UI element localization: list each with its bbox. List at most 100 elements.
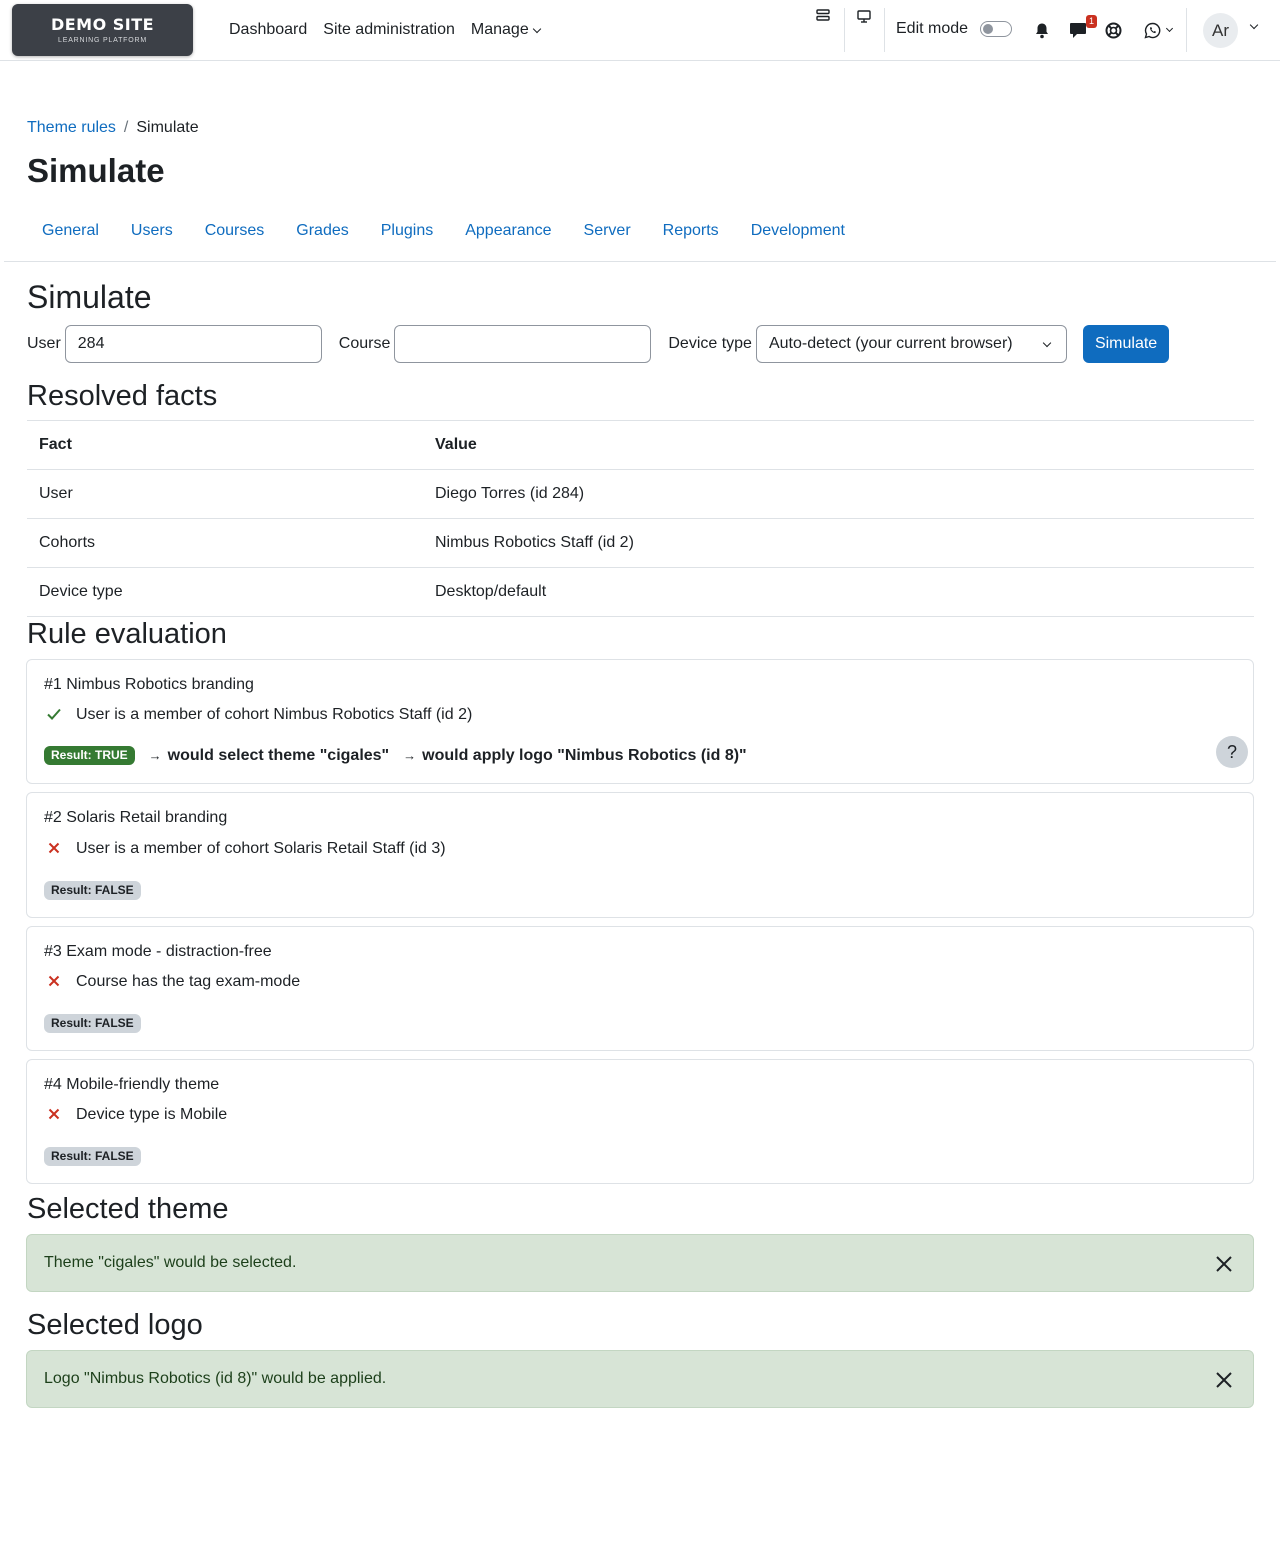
cross-icon <box>44 1105 64 1125</box>
user-label: User <box>27 335 61 352</box>
rule-title: #2 Solaris Retail branding <box>44 809 228 826</box>
selected-theme-alert: Theme "cigales" would be selected. <box>26 1234 1254 1292</box>
course-label: Course <box>338 335 391 352</box>
selected-logo-message: Logo "Nimbus Robotics (id 8)" would be a… <box>44 1370 387 1387</box>
check-icon <box>44 705 64 725</box>
top-navbar: DEMO SITE LEARNING PLATFORM Dashboard Si… <box>0 0 1280 61</box>
whatsapp-icon <box>1144 22 1161 39</box>
tab-server[interactable]: Server <box>568 212 647 261</box>
rule-title: #3 Exam mode - distraction-free <box>44 943 272 960</box>
breadcrumb-current: Simulate <box>136 119 199 136</box>
site-logo-name: DEMO SITE <box>50 15 155 34</box>
rule-condition: Course has the tag exam-mode <box>44 972 300 992</box>
device-type-select[interactable]: Auto-detect (your current browser) <box>755 325 1067 363</box>
resolved-facts-table: Fact Value User Diego Torres (id 284) Co… <box>27 420 1254 617</box>
selected-theme-message: Theme "cigales" would be selected. <box>44 1254 297 1271</box>
help-button[interactable]: ? <box>1216 736 1248 768</box>
nav-manage-label: Manage <box>470 21 529 38</box>
selected-logo-heading: Selected logo <box>27 1309 203 1341</box>
tab-grades[interactable]: Grades <box>280 212 364 261</box>
fact-cell: User <box>27 469 423 519</box>
nav-site-administration[interactable]: Site administration <box>323 19 455 41</box>
lifebuoy-icon[interactable] <box>1104 21 1122 39</box>
fact-cell: Cohorts <box>27 518 423 568</box>
result-true-badge: Result: TRUE <box>44 746 135 765</box>
blocks-drawer-icon[interactable] <box>814 8 832 24</box>
navbar-divider <box>884 8 885 52</box>
admin-tabs: General Users Courses Grades Plugins App… <box>4 212 1276 262</box>
navbar-divider <box>844 8 845 52</box>
tab-general[interactable]: General <box>4 212 115 261</box>
rule-condition: User is a member of cohort Nimbus Roboti… <box>44 705 472 725</box>
tab-courses[interactable]: Courses <box>189 212 281 261</box>
rule-condition-text: Device type is Mobile <box>76 1106 228 1123</box>
value-cell: Desktop/default <box>423 567 1254 617</box>
breadcrumb-separator: / <box>123 119 129 136</box>
close-icon[interactable] <box>1209 1365 1239 1395</box>
course-input[interactable] <box>394 325 652 363</box>
rule-card: #1 Nimbus Robotics branding User is a me… <box>26 659 1254 784</box>
tab-users[interactable]: Users <box>115 212 189 261</box>
selected-logo-alert: Logo "Nimbus Robotics (id 8)" would be a… <box>26 1350 1254 1408</box>
message-icon[interactable] <box>1068 21 1088 39</box>
breadcrumb-theme-rules[interactable]: Theme rules <box>27 118 116 138</box>
cross-icon <box>44 839 64 859</box>
whatsapp-menu[interactable] <box>1141 21 1175 39</box>
table-row: Cohorts Nimbus Robotics Staff (id 2) <box>27 518 1254 568</box>
rule-result-row: Result: FALSE <box>44 1014 141 1033</box>
tab-appearance[interactable]: Appearance <box>449 212 567 261</box>
user-input[interactable] <box>64 325 322 363</box>
rule-result-row: Result: FALSE <box>44 1147 141 1166</box>
close-icon[interactable] <box>1209 1249 1239 1279</box>
rule-condition: Device type is Mobile <box>44 1105 227 1125</box>
rule-outcome-theme: would select theme "cigales" <box>167 746 390 764</box>
rule-evaluation-heading: Rule evaluation <box>27 618 227 650</box>
rule-condition-text: User is a member of cohort Nimbus Roboti… <box>76 706 473 723</box>
simulate-button[interactable]: Simulate <box>1082 325 1170 363</box>
rule-card: #2 Solaris Retail branding User is a mem… <box>26 792 1254 918</box>
result-false-badge: Result: FALSE <box>44 1014 141 1033</box>
selected-theme-heading: Selected theme <box>27 1193 229 1225</box>
rule-condition-text: Course has the tag exam-mode <box>76 973 301 990</box>
nav-manage-menu[interactable]: Manage <box>470 19 541 41</box>
chevron-down-icon <box>532 24 541 33</box>
resolved-facts-heading: Resolved facts <box>27 380 218 412</box>
table-row: Device type Desktop/default <box>27 567 1254 617</box>
simulate-heading: Simulate <box>27 279 152 315</box>
bell-icon[interactable] <box>1033 21 1051 39</box>
edit-mode-label: Edit mode <box>896 20 969 37</box>
chevron-down-icon <box>1042 338 1052 348</box>
arrow-icon: → <box>403 748 417 763</box>
monitor-icon[interactable] <box>856 8 872 24</box>
edit-mode-toggle[interactable] <box>980 21 1012 37</box>
tab-plugins[interactable]: Plugins <box>365 212 449 261</box>
user-avatar[interactable]: Ar <box>1203 13 1238 48</box>
chevron-down-icon[interactable] <box>1249 20 1259 30</box>
rule-condition: User is a member of cohort Solaris Retai… <box>44 839 446 859</box>
value-cell: Nimbus Robotics Staff (id 2) <box>423 518 1254 568</box>
rule-condition-text: User is a member of cohort Solaris Retai… <box>76 840 446 857</box>
nav-dashboard[interactable]: Dashboard <box>229 19 307 41</box>
site-logo[interactable]: DEMO SITE LEARNING PLATFORM <box>12 4 193 56</box>
tab-reports[interactable]: Reports <box>647 212 735 261</box>
site-logo-tagline: LEARNING PLATFORM <box>58 37 147 44</box>
fact-cell: Device type <box>27 567 423 617</box>
device-type-value: Auto-detect (your current browser) <box>768 335 1013 352</box>
simulate-form: User Course Device type Auto-detect (you… <box>27 325 1170 363</box>
rule-outcome-logo: would apply logo "Nimbus Robotics (id 8)… <box>422 746 747 764</box>
rule-card: #3 Exam mode - distraction-free Course h… <box>26 926 1254 1051</box>
result-false-badge: Result: FALSE <box>44 1147 141 1166</box>
rule-title: #4 Mobile-friendly theme <box>44 1076 220 1093</box>
rule-card: #4 Mobile-friendly theme Device type is … <box>26 1059 1254 1184</box>
tab-development[interactable]: Development <box>735 212 861 261</box>
table-header-row: Fact Value <box>27 420 1254 470</box>
column-header-fact: Fact <box>27 420 423 470</box>
device-type-label: Device type <box>668 335 752 352</box>
rule-result-row: Result: FALSE <box>44 881 141 900</box>
table-row: User Diego Torres (id 284) <box>27 469 1254 519</box>
rule-title: #1 Nimbus Robotics branding <box>44 676 254 693</box>
messages-count-badge: 1 <box>1086 15 1097 28</box>
breadcrumb: Theme rules / Simulate <box>27 118 199 138</box>
chevron-down-icon <box>1165 24 1174 33</box>
value-cell: Diego Torres (id 284) <box>423 469 1254 519</box>
